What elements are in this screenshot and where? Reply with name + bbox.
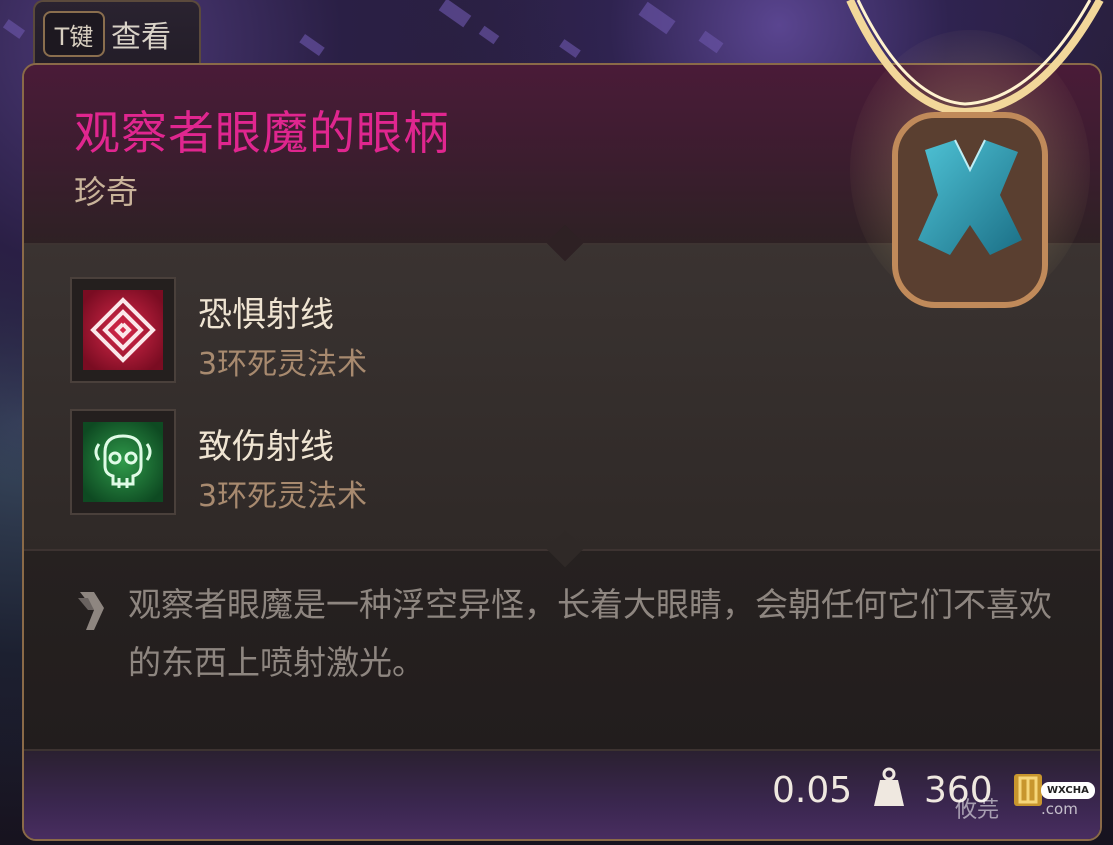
background-crystal xyxy=(698,30,724,54)
item-description-section: 观察者眼魔是一种浮空异怪，长着大眼睛，会朝任何它们不喜欢的东西上喷射激光。 xyxy=(24,550,1100,750)
spell-item[interactable]: 致伤射线 3环死灵法术 xyxy=(70,409,670,519)
spell-name: 致伤射线 xyxy=(198,427,334,467)
spell-icon-frame xyxy=(70,277,176,383)
spell-item[interactable]: 恐惧射线 3环死灵法术 xyxy=(70,277,670,387)
watermark-text: 攸芫 xyxy=(955,798,1000,823)
background-crystal xyxy=(559,39,581,58)
description-mark-icon xyxy=(74,588,108,638)
background-crystal xyxy=(478,25,500,45)
tooltip-header: 观察者眼魔的眼柄 珍奇 xyxy=(24,65,1100,245)
skull-rune-icon xyxy=(83,422,163,502)
watermark-domain: .com xyxy=(1041,800,1078,818)
section-divider xyxy=(24,749,1100,751)
item-tooltip: 观察者眼魔的眼柄 珍奇 恐惧射线 3环死灵法术 致伤射线 3环死灵法术 观察者眼… xyxy=(22,63,1102,841)
background-crystal xyxy=(2,19,26,39)
spell-school: 3环死灵法术 xyxy=(198,347,368,382)
background-crystal xyxy=(638,1,676,35)
item-name: 观察者眼魔的眼柄 xyxy=(74,106,450,160)
item-description: 观察者眼魔是一种浮空异怪，长着大眼睛，会朝任何它们不喜欢的东西上喷射激光。 xyxy=(128,585,1052,682)
spell-list: 恐惧射线 3环死灵法术 致伤射线 3环死灵法术 xyxy=(24,245,1100,550)
spiral-rune-icon xyxy=(83,290,163,370)
game-scene: T键 查看 观察者眼魔的眼柄 珍奇 恐惧射线 3环死灵法术 致伤射线 3环死灵法… xyxy=(0,0,1113,845)
item-weight: 0.05 xyxy=(772,770,853,811)
item-rarity: 珍奇 xyxy=(74,173,139,211)
inspect-label: 查看 xyxy=(111,20,171,55)
spell-school: 3环死灵法术 xyxy=(198,479,368,514)
t-key-badge: T键 xyxy=(43,11,105,57)
weight-icon xyxy=(872,766,906,814)
spell-name: 恐惧射线 xyxy=(198,295,334,335)
watermark-logo: 攸芫 WXCHA .com xyxy=(955,778,1105,828)
watermark-badge: WXCHA xyxy=(1041,782,1095,799)
background-crystal xyxy=(299,34,325,56)
inspect-key-hint[interactable]: T键 查看 xyxy=(33,0,201,66)
spell-icon-frame xyxy=(70,409,176,515)
background-crystal xyxy=(438,0,472,28)
tooltip-footer: 0.05 360 xyxy=(24,750,1100,839)
